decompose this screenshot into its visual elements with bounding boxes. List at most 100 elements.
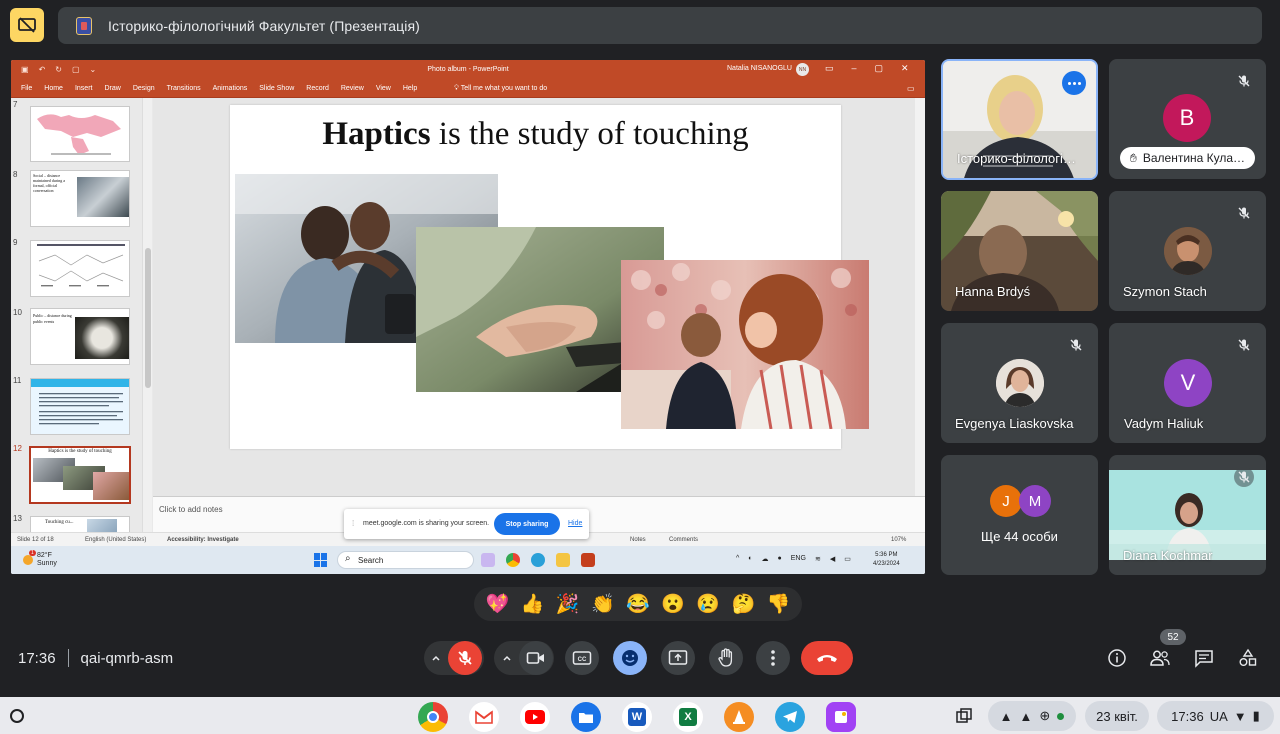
reaction-emoji[interactable]: 👍 [518, 592, 548, 616]
participant-tile-evgenya[interactable]: Evgenya Liaskovska [941, 323, 1098, 443]
raise-hand-button[interactable] [709, 641, 743, 675]
participant-name: Історико-філологі… [957, 151, 1076, 166]
camera-toggle-button[interactable] [519, 641, 553, 675]
vlc-icon[interactable] [724, 702, 754, 732]
more-options-button[interactable] [756, 641, 790, 675]
emoji-icon [622, 650, 638, 666]
participant-tile-diana[interactable]: Diana Kochmar [1109, 455, 1266, 575]
people-icon [1150, 650, 1170, 666]
date-pill[interactable]: 23 квіт. [1085, 701, 1149, 731]
participant-name: Evgenya Liaskovska [955, 416, 1074, 431]
youtube-icon[interactable] [520, 702, 550, 732]
telegram-icon[interactable] [775, 702, 805, 732]
avatar [1164, 227, 1212, 275]
thumbnail-slide-9 [30, 240, 130, 297]
participant-name: Vadym Haliuk [1124, 416, 1204, 431]
tray-onedrive-icon: ☁ [761, 556, 769, 563]
thumbnail-photo [87, 519, 117, 532]
participant-tile-valentyna[interactable]: B ✋︎ Валентина Кула… [1109, 59, 1266, 179]
reaction-emoji[interactable]: 👏 [588, 592, 618, 616]
tray-mic-icon: ● [777, 555, 782, 562]
drag-handle-icon: ⁞ [352, 519, 355, 528]
info-icon [1108, 649, 1126, 667]
present-screen-button[interactable] [661, 641, 695, 675]
thumbnail-number: 12 [13, 444, 22, 453]
windows-clock: 5:36 PM 4/23/2024 [873, 551, 900, 569]
weather-condition: Sunny [37, 560, 57, 567]
reaction-emoji[interactable]: 🎉 [553, 592, 583, 616]
warning-icon: ▲ [999, 708, 1013, 724]
warning-icon-2: ▲ [1019, 708, 1033, 724]
lightbulb-icon: 💡︎ [454, 85, 459, 92]
app-icon[interactable] [826, 702, 856, 732]
captions-icon: CC [572, 651, 592, 665]
meeting-title: Історико-філологічний Факультет (Презент… [108, 17, 420, 34]
status-tray[interactable]: 17:36 UA ▼ ▮ [1157, 701, 1274, 731]
chat-button[interactable] [1192, 646, 1216, 670]
gmail-icon[interactable] [469, 702, 499, 732]
chrome-icon[interactable] [418, 702, 448, 732]
screen-capture-icon[interactable] [955, 707, 973, 725]
top-bar: Історико-філологічний Факультет (Презент… [0, 0, 1280, 52]
reaction-emoji[interactable]: 💖 [483, 592, 513, 616]
reaction-emoji[interactable]: 😂 [623, 592, 653, 616]
captions-button[interactable]: CC [565, 641, 599, 675]
excel-icon[interactable]: X [673, 702, 703, 732]
thumbnail-slide-10: Public – distance during public events [30, 308, 130, 365]
word-icon[interactable]: W [622, 702, 652, 732]
maximize-icon: ▢ [874, 63, 884, 73]
participant-tile-presenter[interactable]: Історико-філологі… [941, 59, 1098, 180]
volume-icon: ◀ [829, 556, 836, 563]
participant-tile-szymon[interactable]: Szymon Stach [1109, 191, 1266, 311]
microphone-toggle-button[interactable] [448, 641, 482, 675]
muted-mic-icon [1066, 335, 1086, 355]
people-button[interactable] [1148, 646, 1172, 670]
thumbnail-text: Haptics is the study of touching [48, 449, 112, 454]
windows-search-text: Search [358, 556, 384, 565]
thumbnail-slide-12-selected: Haptics is the study of touching [29, 446, 131, 504]
slide-editor: Haptics is the study of touching [153, 98, 925, 496]
tell-me-box: 💡︎ Tell me what you want to do [454, 85, 547, 93]
reaction-emoji[interactable]: 😢 [693, 592, 723, 616]
ribbon-tab-transitions: Transitions [166, 85, 201, 92]
leave-call-button[interactable] [801, 641, 853, 675]
reaction-emoji[interactable]: 🤔 [728, 592, 758, 616]
battery-icon: ▭ [844, 556, 851, 563]
slide-title-rest: is the study of touching [430, 116, 749, 152]
hand-icon [718, 648, 733, 667]
participant-tile-others[interactable]: J M Ще 44 особи [941, 455, 1098, 575]
file-explorer-icon [556, 553, 570, 567]
participant-name-chip: ✋︎ Валентина Кула… [1120, 147, 1255, 169]
audio-options-chevron-icon[interactable] [429, 651, 443, 665]
files-icon[interactable] [571, 702, 601, 732]
ribbon-tab-view: View [375, 85, 391, 92]
meeting-info: 17:36 qai-qmrb-asm [18, 649, 173, 667]
video-options-chevron-icon[interactable] [500, 651, 514, 665]
reactions-button[interactable] [613, 641, 647, 675]
ribbon-tab-slide-show: Slide Show [259, 85, 295, 92]
participant-tile-vadym[interactable]: V Vadym Haliuk [1109, 323, 1266, 443]
chat-icon [1195, 650, 1213, 668]
present-icon [668, 650, 688, 665]
call-end-icon [817, 655, 837, 662]
avatar: V [1164, 359, 1212, 407]
launcher-icon[interactable] [10, 709, 24, 723]
slide-title-bold: Haptics [322, 116, 431, 152]
meeting-details-button[interactable] [1105, 646, 1129, 670]
ppt-user-avatar: NN [796, 63, 809, 76]
thumbnail-number: 13 [13, 514, 22, 523]
participant-more-button[interactable] [1062, 71, 1086, 95]
participant-name: Hanna Brdyś [955, 284, 1031, 299]
notes-placeholder: Click to add notes [159, 505, 223, 514]
reaction-emoji[interactable]: 😮 [658, 592, 688, 616]
activities-button[interactable] [1236, 646, 1260, 670]
notification-area[interactable]: ▲ ▲ ⊕ [988, 701, 1076, 731]
participant-tile-hanna[interactable]: Hanna Brdyś [941, 191, 1098, 311]
close-icon: ✕ [901, 63, 909, 73]
reaction-emoji[interactable]: 👎 [763, 592, 793, 616]
photo-mother-daughter [621, 260, 869, 429]
activities-icon [1239, 648, 1257, 666]
status-dot-icon [1057, 712, 1065, 720]
thumbnail-photo [93, 472, 129, 500]
thumbnail-number: 8 [13, 170, 18, 179]
